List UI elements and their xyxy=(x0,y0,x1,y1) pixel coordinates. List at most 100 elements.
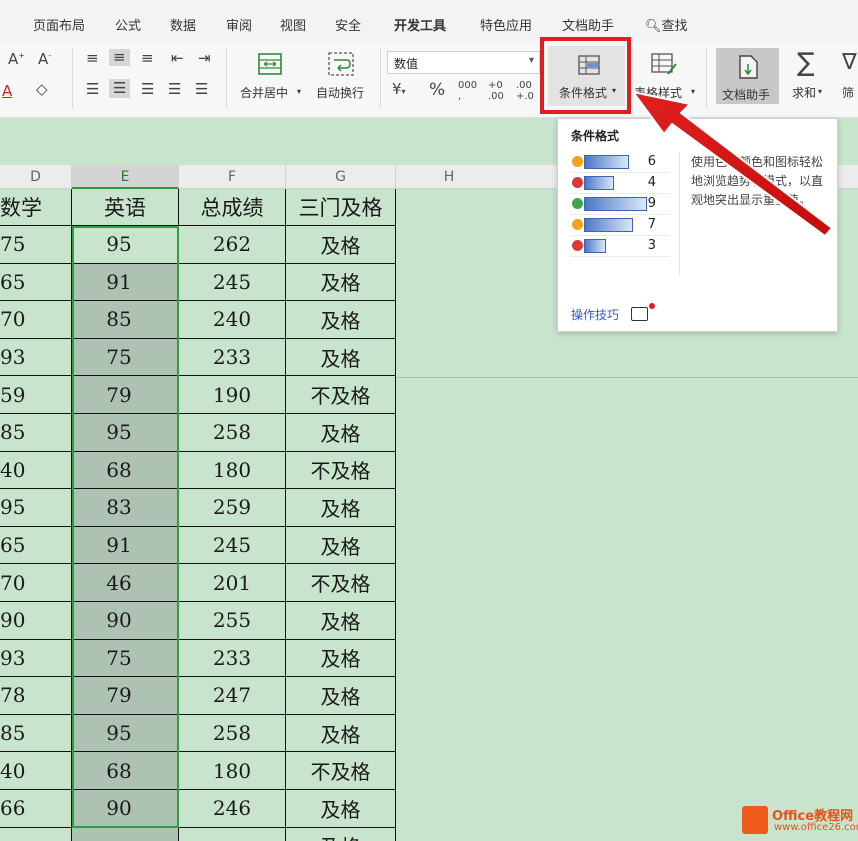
align-right-icon[interactable]: ☰ xyxy=(141,82,154,97)
cell-english[interactable]: 95 xyxy=(72,714,179,752)
number-format-select[interactable]: 数值 ▾ xyxy=(387,51,540,74)
cell-total[interactable]: 259 xyxy=(179,489,286,526)
cell-math[interactable]: 70 xyxy=(0,301,72,338)
search-button[interactable]: 🔍︎查找 xyxy=(645,15,688,34)
cell-pass[interactable]: 及格 xyxy=(286,263,396,301)
cell-total[interactable]: 262 xyxy=(179,226,286,263)
menu-special-apps[interactable]: 特色应用 xyxy=(480,15,532,34)
cell-total[interactable]: 247 xyxy=(179,677,286,714)
cell-math[interactable]: 85 xyxy=(0,414,72,451)
cell-total[interactable]: 233 xyxy=(179,639,286,677)
cell-english[interactable]: 95 xyxy=(72,226,179,263)
column-header-g[interactable]: G xyxy=(286,165,396,189)
menu-developer-tools[interactable]: 开发工具 xyxy=(394,15,446,34)
cell-english[interactable]: 91 xyxy=(72,526,179,564)
cell-pass[interactable]: 及格 xyxy=(286,639,396,677)
cell-total[interactable]: 255 xyxy=(179,602,286,639)
cell-total[interactable]: 190 xyxy=(179,376,286,413)
menu-data[interactable]: 数据 xyxy=(170,15,196,34)
header-cell-english[interactable]: 英语 xyxy=(72,189,179,225)
cell-english[interactable]: 68 xyxy=(72,752,179,789)
menu-formula[interactable]: 公式 xyxy=(115,15,141,34)
currency-icon[interactable]: ¥▾ xyxy=(392,82,406,97)
cell-math[interactable]: 93 xyxy=(0,338,72,376)
align-left-icon[interactable]: ☰ xyxy=(86,82,99,97)
column-header-d[interactable]: D xyxy=(0,165,72,189)
cell-math[interactable]: 93 xyxy=(0,639,72,677)
doc-helper-button[interactable]: 文档助手 xyxy=(716,48,779,104)
increase-font-icon[interactable]: A+ xyxy=(8,52,25,67)
menu-page-layout[interactable]: 页面布局 xyxy=(33,15,85,34)
decrease-indent-icon[interactable]: ⇤ xyxy=(171,51,184,66)
cell-math[interactable]: 65 xyxy=(0,526,72,564)
cell-english[interactable]: 83 xyxy=(72,489,179,526)
cell-english[interactable]: 79 xyxy=(72,376,179,413)
menu-doc-helper[interactable]: 文档助手 xyxy=(562,15,614,34)
cell-pass[interactable]: 及格 xyxy=(286,414,396,451)
align-bottom-icon[interactable]: ≡ xyxy=(141,51,154,66)
justify-icon[interactable]: ☰ xyxy=(168,82,181,97)
cell-total[interactable] xyxy=(179,827,286,841)
cell-math[interactable]: 65 xyxy=(0,263,72,301)
cell-total[interactable]: 240 xyxy=(179,301,286,338)
cell-english[interactable]: 91 xyxy=(72,263,179,301)
cell-english[interactable]: 46 xyxy=(72,564,179,601)
menu-security[interactable]: 安全 xyxy=(335,15,361,34)
cell-total[interactable]: 233 xyxy=(179,338,286,376)
cell-math[interactable]: 59 xyxy=(0,376,72,413)
cell-english[interactable]: 79 xyxy=(72,677,179,714)
cell-english[interactable]: 85 xyxy=(72,301,179,338)
increase-decimal-icon[interactable]: +0.00 xyxy=(488,80,504,102)
cell-pass[interactable]: 及格 xyxy=(286,338,396,376)
cell-math[interactable]: 70 xyxy=(0,564,72,601)
eraser-icon[interactable]: ◇ xyxy=(36,82,48,97)
cell-pass[interactable]: 及格 xyxy=(286,301,396,338)
cell-pass[interactable]: 不及格 xyxy=(286,752,396,789)
header-cell-total[interactable]: 总成绩 xyxy=(179,189,286,225)
distributed-icon[interactable]: ☰ xyxy=(195,82,208,97)
column-header-f[interactable]: F xyxy=(179,165,286,189)
cell-english[interactable] xyxy=(72,827,179,841)
cell-pass[interactable]: 不及格 xyxy=(286,451,396,489)
menu-review[interactable]: 审阅 xyxy=(226,15,252,34)
cell-math[interactable]: 90 xyxy=(0,602,72,639)
cell-total[interactable]: 258 xyxy=(179,714,286,752)
cell-total[interactable]: 180 xyxy=(179,752,286,789)
column-header-h[interactable]: H xyxy=(396,165,502,189)
cell-total[interactable]: 201 xyxy=(179,564,286,601)
cell-english[interactable]: 75 xyxy=(72,639,179,677)
cell-pass[interactable]: 及格 xyxy=(286,827,396,841)
cell-pass[interactable]: 及格 xyxy=(286,226,396,263)
cell-math[interactable] xyxy=(0,827,72,841)
align-middle-icon[interactable]: ≡ xyxy=(109,49,130,66)
cell-english[interactable]: 90 xyxy=(72,790,179,827)
decrease-font-icon[interactable]: A- xyxy=(38,52,51,67)
cell-math[interactable]: 75 xyxy=(0,226,72,263)
cell-total[interactable]: 245 xyxy=(179,526,286,564)
header-cell-math[interactable]: 数学 xyxy=(0,189,72,225)
cell-math[interactable]: 95 xyxy=(0,489,72,526)
cell-total[interactable]: 258 xyxy=(179,414,286,451)
header-cell-pass[interactable]: 三门及格 xyxy=(286,189,396,225)
cell-math[interactable]: 78 xyxy=(0,677,72,714)
cell-english[interactable]: 68 xyxy=(72,451,179,489)
increase-indent-icon[interactable]: ⇥ xyxy=(198,51,211,66)
cell-pass[interactable]: 不及格 xyxy=(286,376,396,413)
cell-total[interactable]: 180 xyxy=(179,451,286,489)
video-icon[interactable] xyxy=(631,307,648,321)
cell-math[interactable]: 85 xyxy=(0,714,72,752)
cell-math[interactable]: 66 xyxy=(0,790,72,827)
cell-pass[interactable]: 及格 xyxy=(286,489,396,526)
font-color-icon[interactable]: A xyxy=(2,84,12,99)
decrease-decimal-icon[interactable]: .00 +.0 xyxy=(516,80,534,102)
cell-math[interactable]: 40 xyxy=(0,451,72,489)
cell-pass[interactable]: 及格 xyxy=(286,790,396,827)
align-top-icon[interactable]: ≡ xyxy=(86,51,99,66)
cell-pass[interactable]: 及格 xyxy=(286,602,396,639)
cell-total[interactable]: 246 xyxy=(179,790,286,827)
cell-pass[interactable]: 及格 xyxy=(286,714,396,752)
cell-math[interactable]: 40 xyxy=(0,752,72,789)
menu-view[interactable]: 视图 xyxy=(280,15,306,34)
align-center-icon[interactable]: ☰ xyxy=(109,79,131,98)
tips-link[interactable]: 操作技巧 xyxy=(571,306,619,323)
